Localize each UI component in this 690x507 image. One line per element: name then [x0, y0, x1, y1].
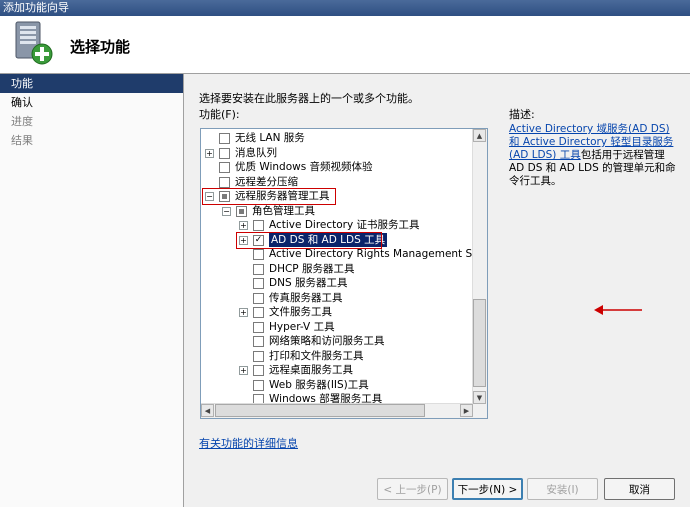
feature-label: 角色管理工具 — [252, 204, 315, 217]
vertical-scroll-thumb[interactable] — [473, 299, 486, 387]
features-tree-rows: 无线 LAN 服务 + 消息队列优质 Windows 音频视频体验 远程差分压缩 − 远程… — [201, 129, 487, 418]
tree-row[interactable]: 打印和文件服务工具 — [201, 349, 471, 363]
feature-checkbox[interactable] — [253, 350, 264, 362]
tree-row[interactable]: 远程差分压缩 — [201, 175, 471, 189]
tree-row[interactable]: DNS 服务器工具 — [201, 276, 471, 290]
tree-row[interactable]: Web 服务器(IIS)工具 — [201, 378, 471, 392]
feature-checkbox[interactable] — [253, 263, 264, 275]
expand-icon[interactable]: + — [205, 148, 214, 158]
feature-label: DNS 服务器工具 — [269, 277, 348, 289]
feature-checkbox[interactable] — [253, 336, 264, 347]
wizard-header: 选择功能 — [0, 16, 690, 74]
feature-label: 远程差分压缩 — [235, 175, 298, 188]
main-panel: 选择要安装在此服务器上的一个或多个功能。 功能(F): 无线 LAN 服务 + 消息… — [184, 74, 690, 507]
feature-checkbox[interactable] — [253, 220, 264, 231]
tree-row[interactable]: + 远程桌面服务工具 — [201, 363, 471, 377]
expand-icon[interactable]: + — [239, 221, 248, 230]
scroll-up-icon[interactable]: ▲ — [473, 129, 486, 142]
back-button[interactable]: < 上一步(P) — [377, 478, 448, 500]
step-confirmation[interactable]: 确认 — [0, 93, 183, 112]
feature-label: Web 服务器(IIS)工具 — [269, 378, 369, 391]
feature-checkbox[interactable] — [253, 379, 264, 391]
features-tree[interactable]: 无线 LAN 服务 + 消息队列优质 Windows 音频视频体验 远程差分压缩 − 远程… — [200, 128, 488, 419]
tree-row[interactable]: 传真服务器工具 — [201, 291, 471, 305]
vertical-scrollbar[interactable]: ▲ ▼ — [472, 129, 487, 404]
feature-label: DHCP 服务器工具 — [269, 262, 355, 275]
next-button[interactable]: 下一步(N) > — [452, 478, 523, 500]
expand-icon[interactable]: + — [239, 308, 248, 317]
tree-row[interactable]: DHCP 服务器工具 — [201, 262, 471, 276]
add-feature-icon — [15, 21, 53, 65]
feature-checkbox[interactable] — [236, 205, 247, 217]
tree-row[interactable]: + 消息队列 — [201, 146, 471, 160]
feature-description: Active Directory 域服务(AD DS) 和 Active Dir… — [509, 123, 679, 188]
red-highlight-box — [202, 188, 336, 205]
install-button[interactable]: 安装(I) — [527, 478, 598, 500]
cancel-button[interactable]: 取消 — [604, 478, 675, 500]
feature-checkbox[interactable] — [253, 292, 264, 304]
more-info-link[interactable]: 有关功能的详细信息 — [199, 435, 298, 451]
tree-row[interactable]: 无线 LAN 服务 — [201, 131, 471, 145]
red-highlight-box — [236, 231, 382, 249]
window-title: 添加功能向导 — [3, 1, 69, 14]
step-progress: 进度 — [11, 115, 33, 128]
tree-row[interactable]: 优质 Windows 音频视频体验 — [201, 160, 471, 174]
description-label: 描述: — [509, 108, 535, 121]
feature-checkbox[interactable] — [219, 147, 230, 159]
feature-label: Active Directory 证书服务工具 — [269, 219, 420, 231]
feature-label: 远程桌面服务工具 — [269, 364, 353, 376]
page-title: 选择功能 — [70, 38, 131, 56]
feature-label: Hyper-V 工具 — [269, 320, 335, 333]
instruction-text: 选择要安装在此服务器上的一个或多个功能。 — [199, 92, 419, 105]
scroll-left-icon[interactable]: ◀ — [201, 404, 214, 417]
feature-label: 优质 Windows 音频视频体验 — [235, 161, 373, 173]
collapse-icon[interactable]: − — [222, 206, 231, 216]
feature-label: 传真服务器工具 — [269, 291, 343, 304]
feature-label: 网络策略和访问服务工具 — [269, 335, 385, 347]
tree-row[interactable]: 网络策略和访问服务工具 — [201, 334, 471, 348]
scroll-right-icon[interactable]: ▶ — [460, 404, 473, 417]
tree-row[interactable]: + Active Directory 证书服务工具 — [201, 218, 471, 232]
expand-icon[interactable]: + — [239, 366, 248, 375]
feature-label: 无线 LAN 服务 — [235, 132, 305, 144]
scrollbar-corner — [473, 404, 487, 418]
feature-checkbox[interactable] — [253, 365, 264, 376]
features-label: 功能(F): — [199, 108, 240, 121]
feature-checkbox[interactable] — [219, 176, 230, 188]
wizard-steps: 功能 确认 进度 结果 — [0, 74, 184, 507]
tree-row[interactable]: − 角色管理工具 — [201, 204, 471, 218]
feature-checkbox[interactable] — [253, 249, 264, 260]
step-features[interactable]: 功能 — [0, 74, 183, 93]
feature-label: 打印和文件服务工具 — [269, 349, 364, 362]
feature-label: Active Directory Rights Management Servi — [269, 248, 487, 260]
scroll-down-icon[interactable]: ▼ — [473, 391, 486, 404]
feature-label: 消息队列 — [235, 146, 277, 159]
feature-checkbox[interactable] — [219, 162, 230, 173]
feature-checkbox[interactable] — [253, 321, 264, 333]
step-results: 结果 — [11, 134, 33, 147]
tree-row[interactable]: Hyper-V 工具 — [201, 320, 471, 334]
tree-row[interactable]: Active Directory Rights Management Servi — [201, 247, 487, 261]
feature-checkbox[interactable] — [253, 307, 264, 318]
title-bar: 添加功能向导 — [0, 0, 690, 16]
feature-label: 文件服务工具 — [269, 306, 332, 318]
horizontal-scroll-thumb[interactable] — [215, 404, 425, 417]
horizontal-scrollbar[interactable]: ◀ ▶ — [201, 403, 473, 418]
feature-checkbox[interactable] — [219, 133, 230, 144]
tree-row[interactable]: + 文件服务工具 — [201, 305, 471, 319]
red-arrow-annotation — [594, 305, 642, 315]
feature-checkbox[interactable] — [253, 278, 264, 289]
